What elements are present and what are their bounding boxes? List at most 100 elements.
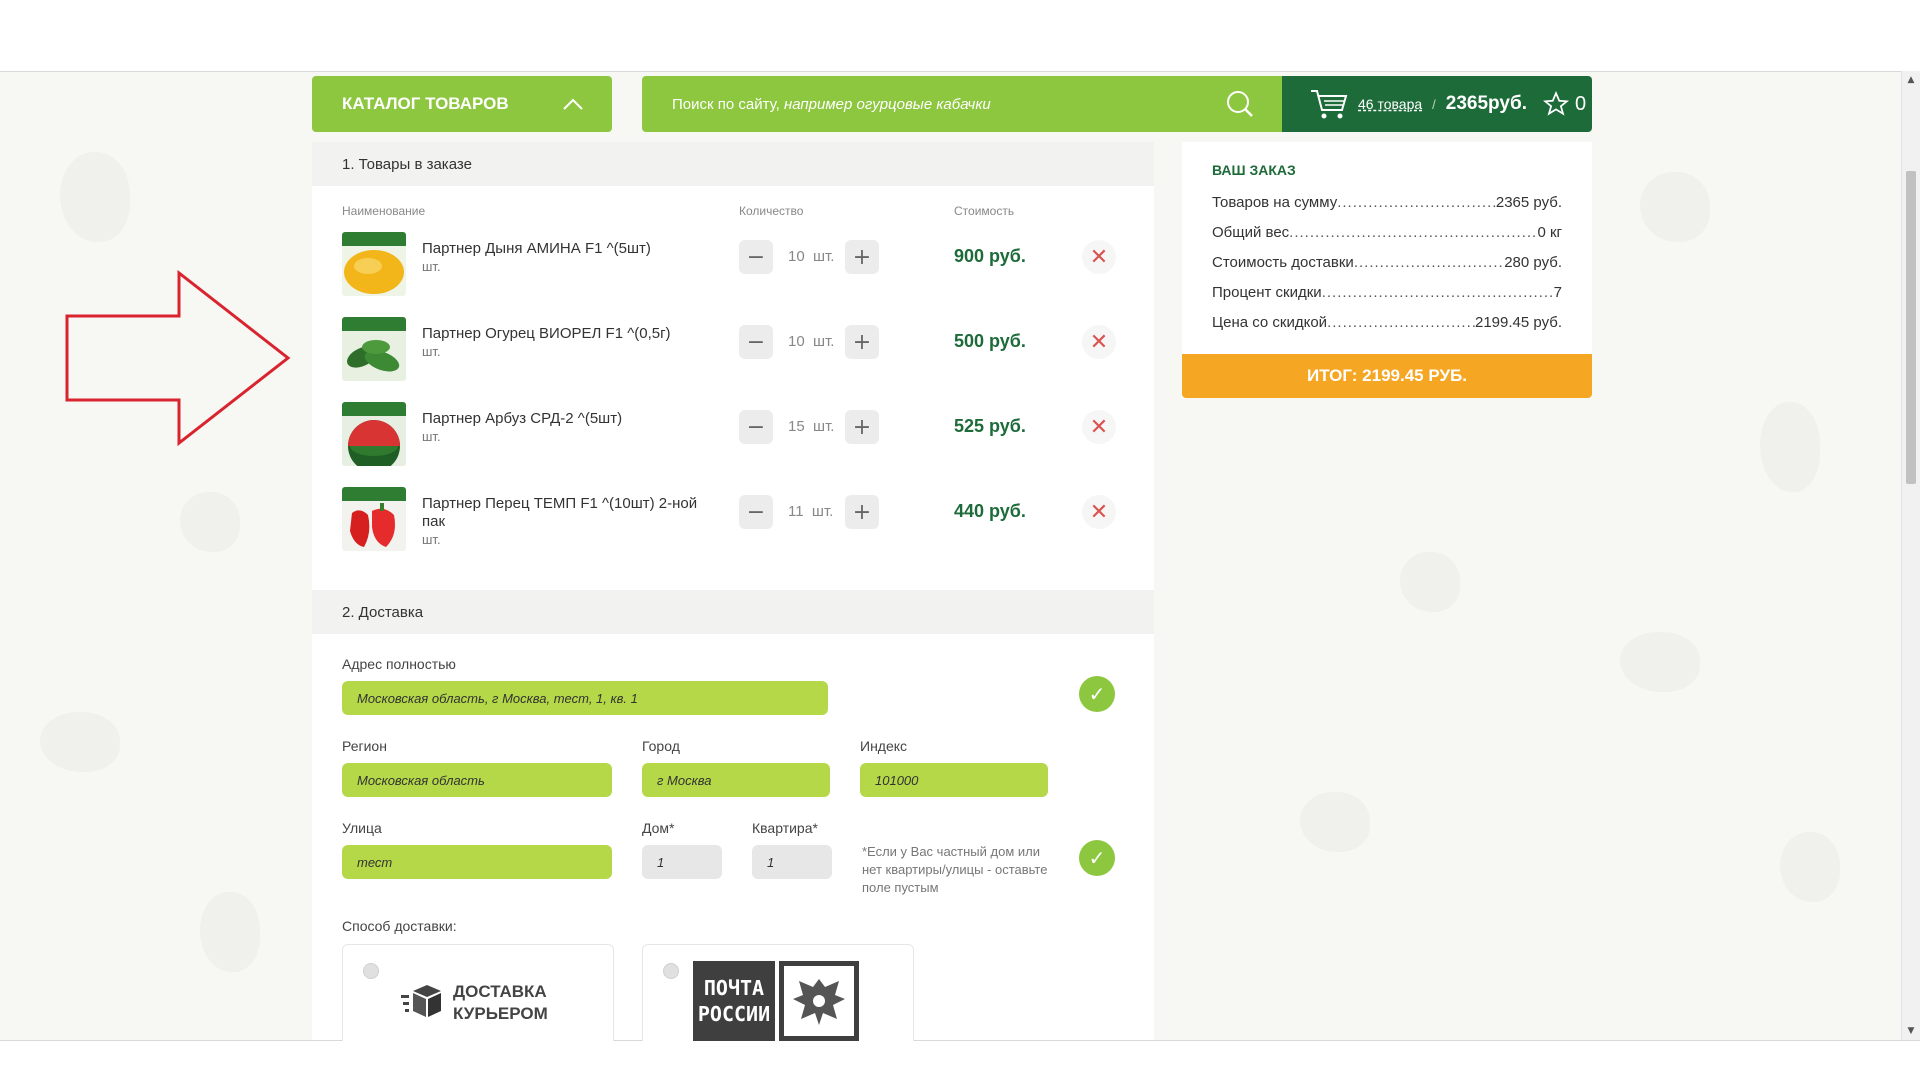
- russian-post-option[interactable]: ПОЧТА РОССИИ: [642, 944, 914, 1041]
- order-item-row: Партнер Перец ТЕМП F1 ^(10шт) 2-ной пак …: [342, 487, 1122, 557]
- delivery-section-title: 2. Доставка: [342, 603, 424, 621]
- increase-quantity-button[interactable]: +: [845, 240, 879, 274]
- address-field[interactable]: Московская область, г Москва, тест, 1, к…: [342, 681, 828, 715]
- increase-quantity-button[interactable]: +: [845, 325, 879, 359]
- cart-sum: 2365руб.: [1445, 93, 1527, 114]
- search-bar[interactable]: Поиск по сайту, например огурцовые кабач…: [642, 76, 1282, 132]
- street-label: Улица: [342, 820, 382, 836]
- decrease-quantity-button[interactable]: −: [739, 410, 773, 444]
- cart-count-link[interactable]: 46 товара: [1358, 96, 1422, 112]
- product-name[interactable]: Партнер Перец ТЕМП F1 ^(10шт) 2-ной пак …: [422, 495, 722, 549]
- scroll-up-arrow-icon[interactable]: ▲: [1902, 71, 1920, 89]
- item-price: 525 руб.: [954, 416, 1026, 436]
- product-unit: шт.: [422, 532, 441, 547]
- remove-item-button[interactable]: ✕: [1082, 495, 1116, 529]
- remove-item-button[interactable]: ✕: [1082, 240, 1116, 274]
- quantity-value[interactable]: 15 шт.: [788, 418, 834, 435]
- close-icon: ✕: [1089, 244, 1109, 270]
- increase-quantity-button[interactable]: +: [845, 495, 879, 529]
- summary-row-delivery-cost: Стоимость доставки......................…: [1212, 254, 1562, 271]
- product-name[interactable]: Партнер Дыня АМИНА F1 ^(5шт) шт.: [422, 240, 722, 276]
- top-bar: [0, 0, 1920, 72]
- address-hint: *Если у Вас частный дом или нет квартиры…: [862, 844, 1048, 895]
- remove-item-button[interactable]: ✕: [1082, 410, 1116, 444]
- catalog-label: КАТАЛОГ ТОВАРОВ: [342, 94, 509, 113]
- page-scrollbar[interactable]: ▲ ▼: [1901, 71, 1920, 1040]
- russian-post-emblem: [779, 961, 859, 1041]
- product-image-watermelon[interactable]: [342, 402, 406, 466]
- order-item-row: Партнер Арбуз СРД-2 ^(5шт) шт. − 15 шт. …: [342, 402, 1122, 472]
- product-image-cucumber[interactable]: [342, 317, 406, 381]
- search-icon[interactable]: [1226, 90, 1254, 118]
- bg-vegetable-pattern: [1620, 632, 1700, 692]
- item-price: 440 руб.: [954, 501, 1026, 521]
- flat-label: Квартира*: [752, 820, 818, 836]
- summary-row-discount-percent: Процент скидки..........................…: [1212, 284, 1562, 301]
- city-field[interactable]: г Москва: [642, 763, 830, 797]
- decrease-quantity-button[interactable]: −: [739, 240, 773, 274]
- quantity-value[interactable]: 10 шт.: [788, 333, 834, 350]
- region-field[interactable]: Московская область: [342, 763, 612, 797]
- delivery-section-header: 2. Доставка: [312, 590, 1154, 634]
- cart-icon[interactable]: [1310, 88, 1348, 120]
- quantity-value[interactable]: 11 шт.: [788, 503, 833, 520]
- double-eagle-icon: [784, 966, 854, 1036]
- address-valid-check-icon: ✓: [1079, 676, 1115, 712]
- bottom-bar: [0, 1040, 1920, 1081]
- street-valid-check-icon: ✓: [1079, 840, 1115, 876]
- catalog-button[interactable]: КАТАЛОГ ТОВАРОВ: [312, 76, 612, 132]
- item-price: 900 руб.: [954, 246, 1026, 266]
- post-radio[interactable]: [663, 963, 679, 979]
- close-icon: ✕: [1089, 499, 1109, 525]
- product-image-pepper[interactable]: [342, 487, 406, 551]
- bg-vegetable-pattern: [200, 892, 260, 972]
- index-label: Индекс: [860, 738, 908, 754]
- bg-vegetable-pattern: [1780, 832, 1840, 902]
- order-total-button[interactable]: ИТОГ: 2199.45 РУБ.: [1182, 354, 1592, 398]
- column-header-name: Наименование: [342, 204, 426, 218]
- house-label: Дом*: [642, 820, 675, 836]
- bg-vegetable-pattern: [1760, 402, 1820, 492]
- order-item-row: Партнер Огурец ВИОРЕЛ F1 ^(0,5г) шт. − 1…: [342, 317, 1122, 387]
- bg-vegetable-pattern: [60, 152, 130, 242]
- bg-vegetable-pattern: [180, 492, 240, 552]
- house-field[interactable]: 1: [642, 845, 722, 879]
- courier-delivery-option[interactable]: ДОСТАВКА КУРЬЕРОМ: [342, 944, 614, 1041]
- star-icon[interactable]: [1543, 91, 1569, 117]
- close-icon: ✕: [1089, 329, 1109, 355]
- cart-summary[interactable]: 46 товара / 2365руб. 0: [1282, 76, 1592, 132]
- search-input[interactable]: Поиск по сайту, например огурцовые кабач…: [672, 96, 1226, 113]
- order-section-header: 1. Товары в заказе: [312, 142, 1154, 186]
- remove-item-button[interactable]: ✕: [1082, 325, 1116, 359]
- russian-post-logo: ПОЧТА РОССИИ: [693, 961, 775, 1041]
- product-name[interactable]: Партнер Огурец ВИОРЕЛ F1 ^(0,5г) шт.: [422, 325, 722, 361]
- product-unit: шт.: [422, 259, 441, 274]
- scroll-thumb[interactable]: [1906, 171, 1916, 484]
- courier-title: ДОСТАВКА КУРЬЕРОМ: [453, 982, 548, 1023]
- column-header-quantity: Количество: [739, 204, 804, 218]
- bg-vegetable-pattern: [40, 712, 120, 772]
- courier-radio[interactable]: [363, 963, 379, 979]
- product-image-melon[interactable]: [342, 232, 406, 296]
- scroll-down-arrow-icon[interactable]: ▼: [1902, 1022, 1920, 1040]
- city-label: Город: [642, 738, 680, 754]
- summary-row-discounted-price: Цена со скидкой.........................…: [1212, 314, 1562, 331]
- product-name[interactable]: Партнер Арбуз СРД-2 ^(5шт) шт.: [422, 410, 722, 446]
- quantity-value[interactable]: 10 шт.: [788, 248, 834, 265]
- decrease-quantity-button[interactable]: −: [739, 325, 773, 359]
- street-field[interactable]: тест: [342, 845, 612, 879]
- decrease-quantity-button[interactable]: −: [739, 495, 773, 529]
- search-placeholder-example: например огурцовые кабачки: [783, 95, 991, 113]
- increase-quantity-button[interactable]: +: [845, 410, 879, 444]
- flat-field[interactable]: 1: [752, 845, 832, 879]
- index-field[interactable]: 101000: [860, 763, 1048, 797]
- region-label: Регион: [342, 738, 387, 754]
- item-price: 500 руб.: [954, 331, 1026, 351]
- favorites-count: 0: [1575, 92, 1587, 115]
- bg-vegetable-pattern: [1300, 792, 1370, 852]
- cart-separator: /: [1432, 96, 1436, 112]
- delivery-method-label: Способ доставки:: [342, 918, 457, 934]
- product-unit: шт.: [422, 429, 441, 444]
- product-unit: шт.: [422, 344, 441, 359]
- box-icon: [401, 985, 441, 1017]
